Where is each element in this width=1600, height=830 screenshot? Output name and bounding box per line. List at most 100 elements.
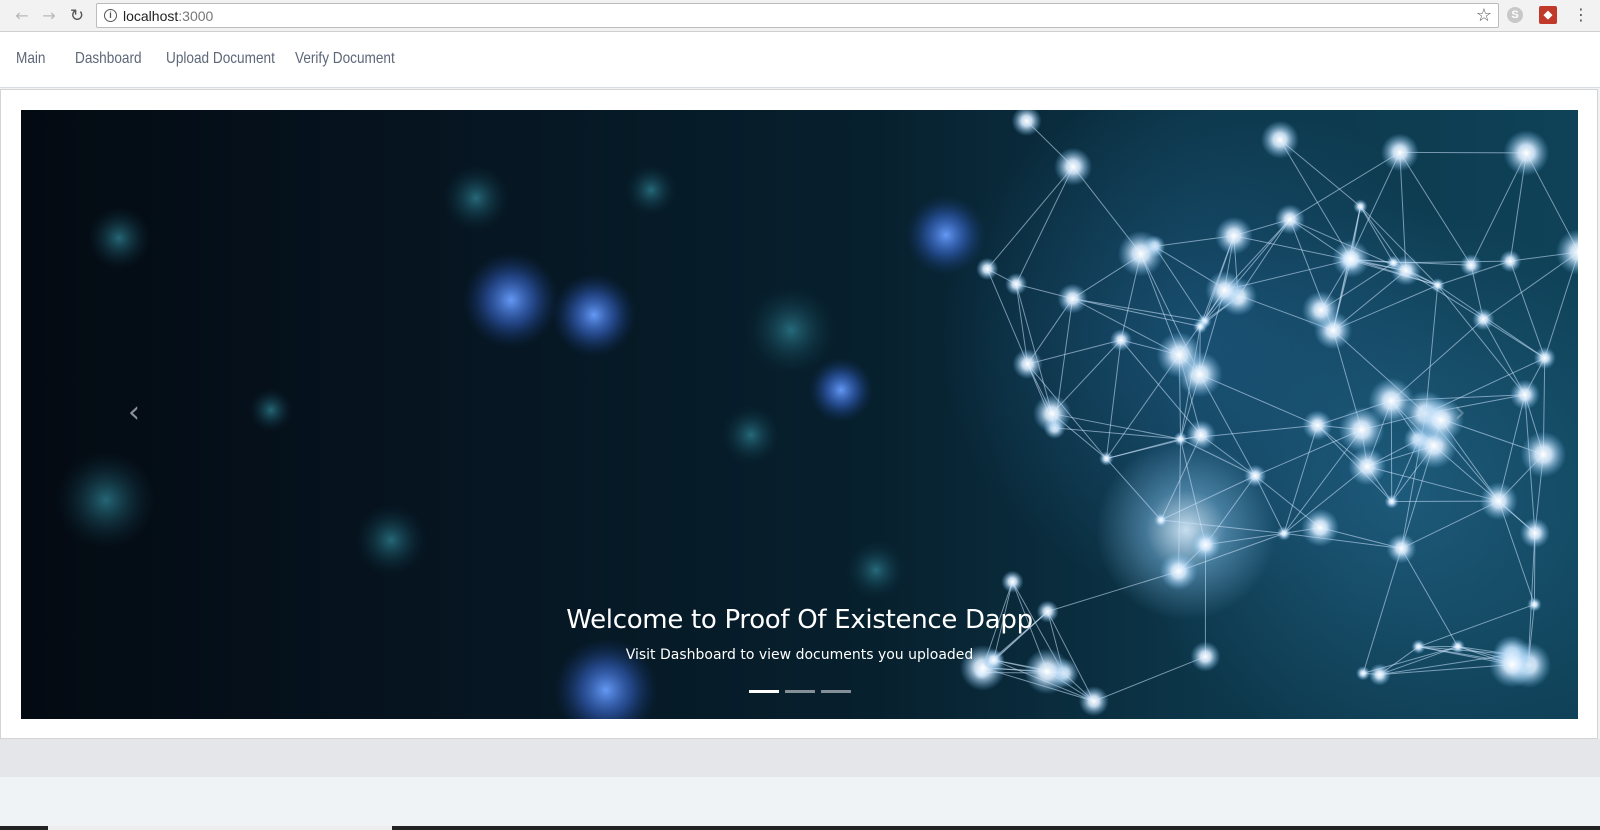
- network-node: [1012, 348, 1043, 380]
- taskbar-segment: [48, 826, 392, 830]
- info-icon[interactable]: i: [104, 9, 117, 22]
- network-node: [1479, 481, 1518, 521]
- network-node: [1117, 230, 1164, 277]
- url-port: :3000: [178, 8, 214, 24]
- carousel-subtitle: Visit Dashboard to view documents you up…: [625, 647, 974, 663]
- carousel-indicator[interactable]: [749, 690, 779, 693]
- network-node: [1276, 526, 1292, 541]
- network-link: [1509, 260, 1546, 359]
- bokeh-light: [249, 388, 293, 432]
- network-node: [1274, 204, 1306, 235]
- network-node: [1260, 120, 1299, 159]
- network-link: [1105, 458, 1162, 521]
- network-node: [1499, 249, 1522, 273]
- network-link: [1015, 166, 1074, 285]
- bokeh-light: [625, 164, 677, 216]
- network-node: [1368, 663, 1391, 686]
- network-node: [976, 257, 999, 281]
- network-node: [1001, 570, 1024, 593]
- carousel-caption: Welcome to Proof Of Existence Dapp Visit…: [21, 605, 1578, 663]
- network-link: [1279, 139, 1352, 260]
- network-link: [1054, 427, 1181, 440]
- network-node: [1555, 228, 1578, 276]
- network-link: [1072, 298, 1205, 322]
- carousel-indicator[interactable]: [785, 690, 815, 693]
- bokeh-light: [721, 405, 781, 465]
- network-node: [1190, 529, 1221, 560]
- network-node: [1355, 666, 1371, 681]
- url-text[interactable]: localhost:3000: [123, 8, 213, 24]
- network-node: [1430, 278, 1445, 293]
- hero-carousel: ‹ › Welcome to Proof Of Existence Dapp V…: [21, 110, 1578, 719]
- network-link: [1072, 298, 1201, 327]
- network-node: [1214, 216, 1253, 255]
- bokeh-light: [56, 450, 156, 550]
- network-node: [1032, 394, 1072, 433]
- browser-toolbar: ← → ↻ i localhost:3000 ☆ S ◆ ⋮: [0, 0, 1600, 32]
- network-node: [1078, 686, 1110, 717]
- bokeh-light: [442, 164, 510, 232]
- carousel-next-chevron-icon[interactable]: ›: [1454, 395, 1466, 430]
- network-node: [1520, 431, 1567, 478]
- network-node: [1302, 410, 1333, 441]
- footer-band: [0, 739, 1600, 777]
- window-bottom-edge: [0, 826, 1600, 830]
- nav-link-main[interactable]: Main: [16, 50, 45, 68]
- network-node: [1109, 328, 1133, 352]
- carousel-indicator[interactable]: [821, 690, 851, 693]
- network-node: [1386, 533, 1417, 564]
- carousel-prev-chevron-icon[interactable]: ‹: [128, 395, 140, 430]
- network-node: [1503, 129, 1550, 176]
- network-node: [1338, 406, 1385, 453]
- kebab-menu-icon[interactable]: ⋮: [1573, 5, 1589, 25]
- nav-link-upload-document[interactable]: Upload Document: [166, 50, 275, 68]
- extension-icon-red[interactable]: ◆: [1539, 6, 1557, 24]
- bokeh-light: [846, 540, 906, 600]
- bokeh-light: [809, 358, 873, 422]
- network-node: [1205, 271, 1244, 310]
- address-bar[interactable]: i localhost:3000 ☆: [96, 3, 1499, 28]
- network-node: [1193, 319, 1208, 334]
- network-link: [1093, 656, 1206, 702]
- star-icon[interactable]: ☆: [1476, 5, 1492, 26]
- network-link: [986, 166, 1074, 270]
- network-link: [1289, 151, 1401, 220]
- network-node: [1057, 283, 1088, 314]
- network-node: [1380, 133, 1419, 172]
- network-node: [1173, 431, 1188, 447]
- network-node: [1332, 239, 1371, 278]
- bokeh-light: [463, 252, 559, 348]
- network-node: [1533, 346, 1556, 370]
- carousel-title: Welcome to Proof Of Existence Dapp: [566, 605, 1033, 635]
- network-link: [1051, 413, 1181, 440]
- network-node: [1153, 512, 1169, 528]
- forward-arrow-icon[interactable]: →: [39, 6, 59, 26]
- carousel-indicators: [749, 690, 851, 693]
- network-node: [1519, 517, 1551, 549]
- network-node: [1472, 308, 1495, 331]
- network-node: [1011, 110, 1042, 137]
- network-link: [1367, 465, 1499, 502]
- bokeh-light: [906, 195, 986, 275]
- network-link: [1437, 284, 1526, 396]
- network-node: [1156, 331, 1203, 378]
- bokeh-light: [745, 284, 837, 376]
- network-node: [1185, 419, 1217, 451]
- network-node: [1348, 447, 1387, 486]
- network-node: [1244, 464, 1267, 487]
- bokeh-light: [355, 504, 427, 576]
- network-node: [1301, 290, 1341, 330]
- nav-link-dashboard[interactable]: Dashboard: [75, 50, 142, 68]
- nav-link-verify-document[interactable]: Verify Document: [295, 50, 395, 68]
- network-link: [1178, 438, 1182, 572]
- network-link: [1399, 152, 1472, 266]
- extension-icon[interactable]: S: [1507, 7, 1523, 23]
- back-arrow-icon[interactable]: ←: [12, 6, 32, 26]
- network-node: [1054, 147, 1093, 186]
- bokeh-light: [552, 273, 636, 357]
- reload-icon[interactable]: ↻: [67, 6, 87, 26]
- network-node: [1459, 254, 1483, 277]
- network-link: [1283, 532, 1402, 549]
- network-link: [1160, 475, 1256, 521]
- bokeh-light: [87, 206, 151, 270]
